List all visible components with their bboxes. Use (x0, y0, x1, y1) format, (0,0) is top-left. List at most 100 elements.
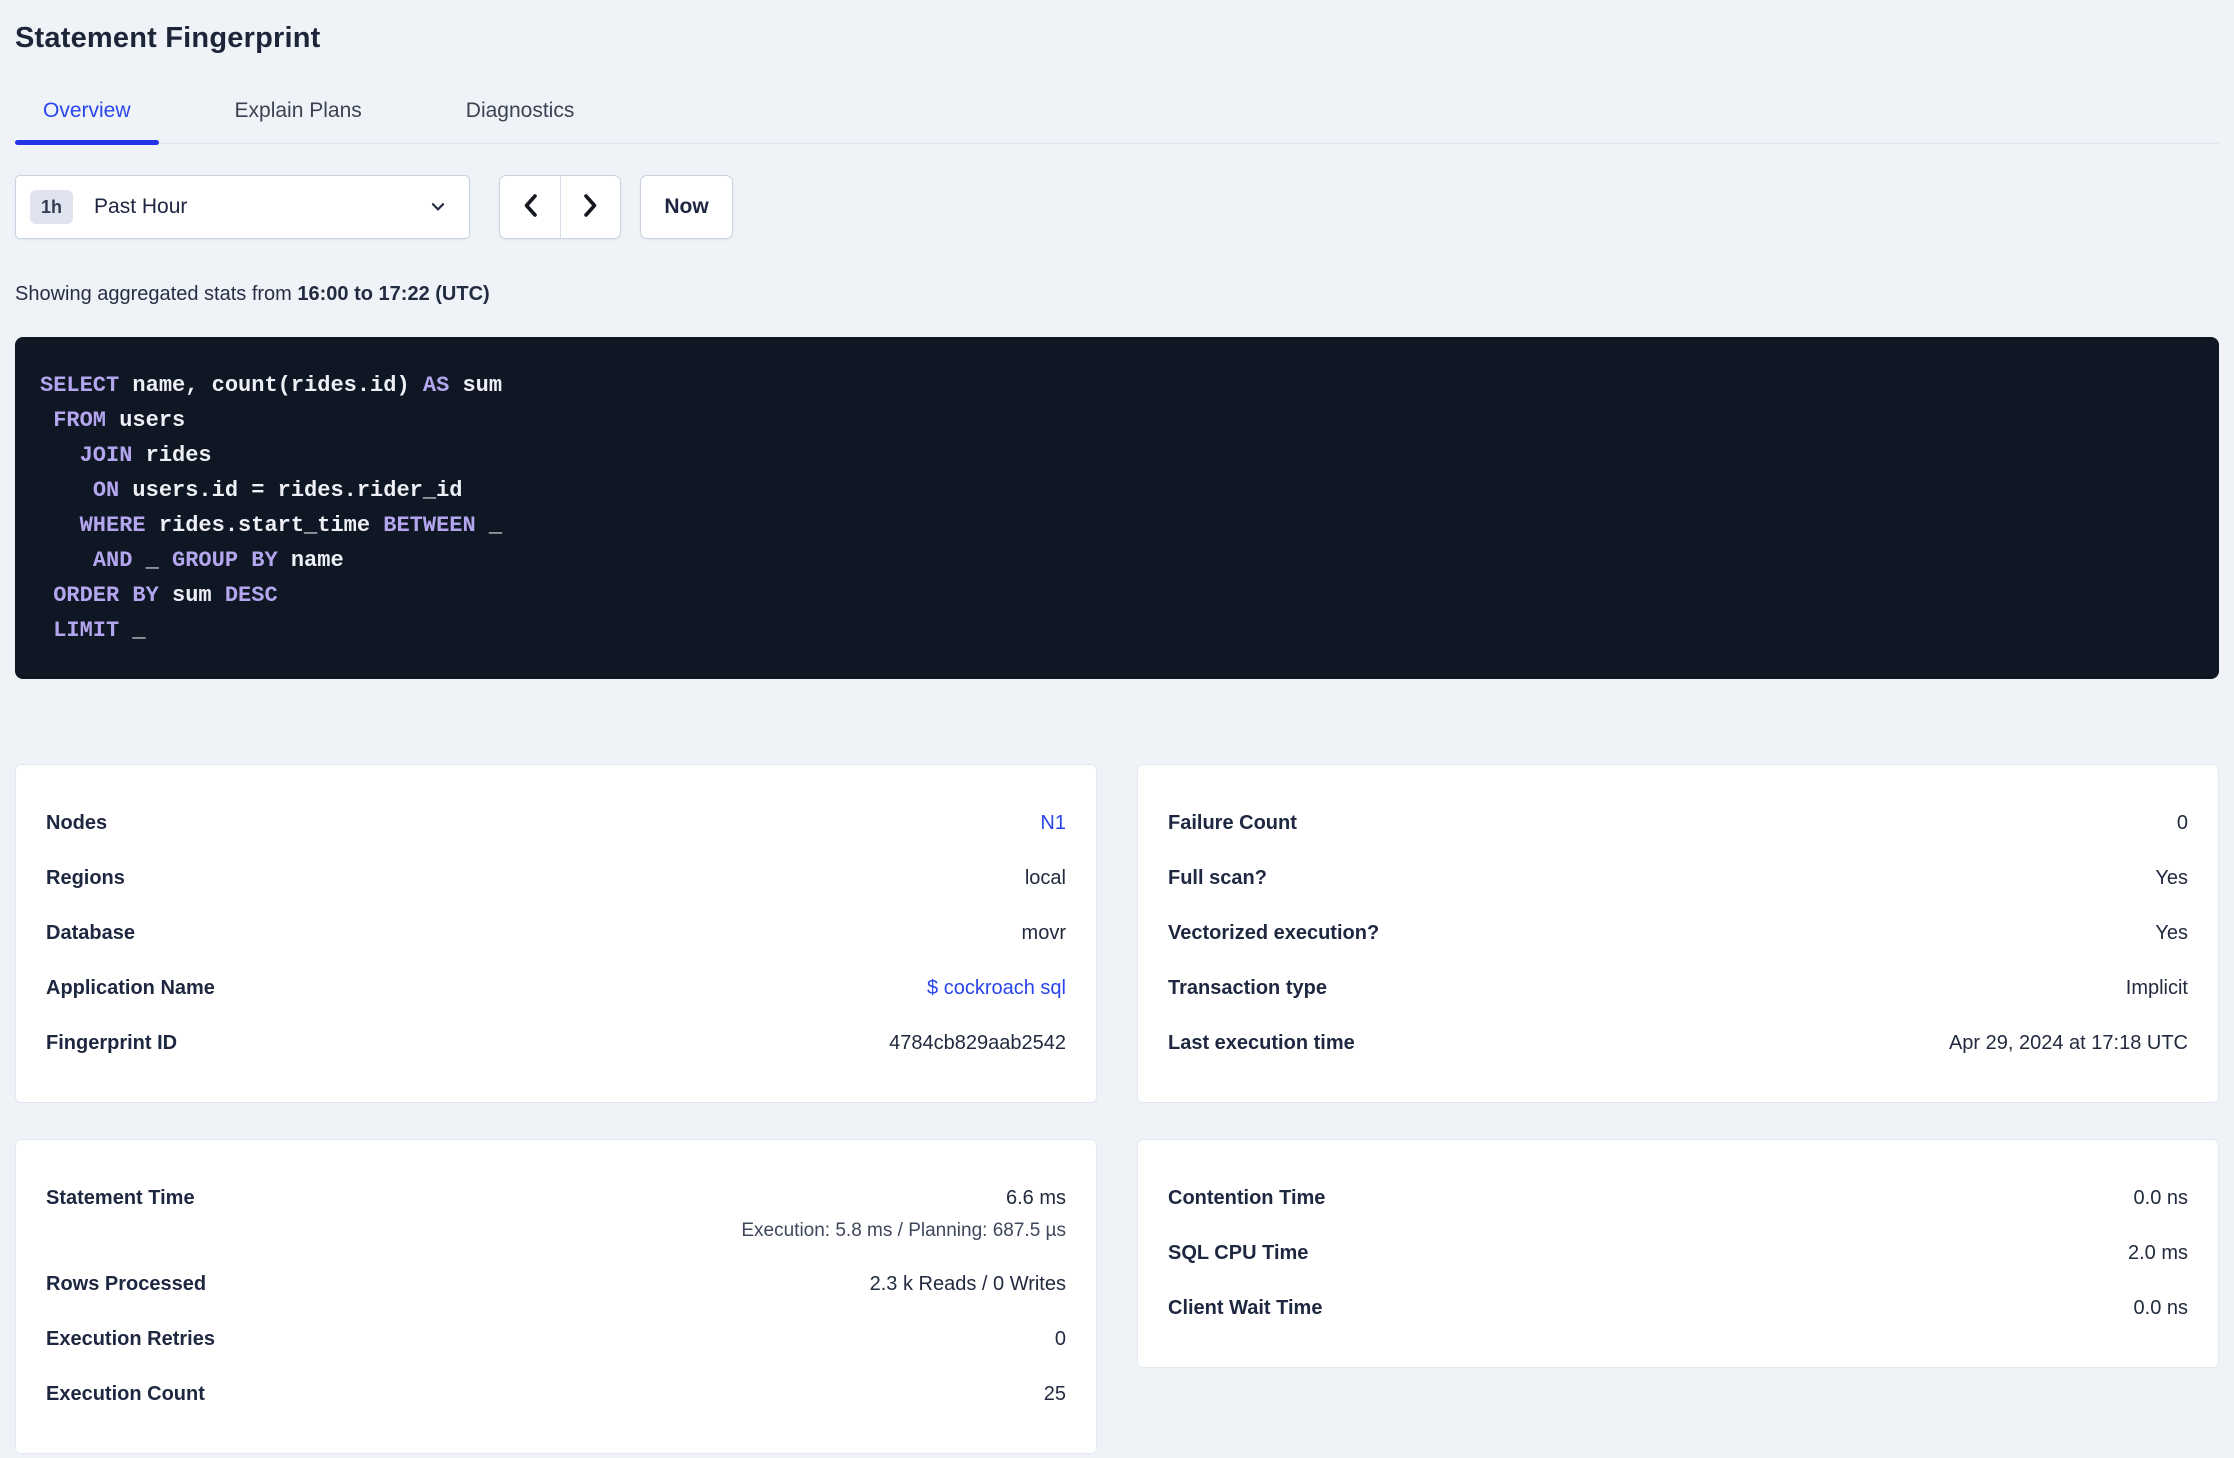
stat-label: Statement Time (46, 1187, 195, 1209)
sql-text: sum (449, 373, 503, 398)
stat-row: Transaction type Implicit (1168, 961, 2188, 1016)
cards-container: Nodes N1 Regions local Database movr Applicati… (15, 764, 2219, 1454)
stat-row: Client Wait Time 0.0 ns (1168, 1281, 2188, 1336)
sql-text: sum (158, 583, 225, 608)
stat-row: Last execution time Apr 29, 2024 at 17:18… (1168, 1016, 2188, 1071)
stat-value-stack: movr (1022, 917, 1066, 950)
stat-label: Transaction type (1168, 977, 1327, 999)
stat-label: Application Name (46, 977, 215, 999)
sql-text: _ (119, 618, 146, 643)
wait-times-card: Contention Time 0.0 ns SQL CPU Time 2.0 ms C… (1137, 1139, 2219, 1368)
stat-row: SQL CPU Time 2.0 ms (1168, 1226, 2188, 1281)
stat-value-stack: 2.3 k Reads / 0 Writes (870, 1268, 1066, 1301)
stat-label: Contention Time (1168, 1187, 1326, 1209)
stat-value: 25 (1043, 1383, 1066, 1405)
chevron-right-icon (579, 191, 602, 223)
stat-row: Nodes N1 (46, 796, 1066, 851)
stat-value-stack: $ cockroach sql (927, 972, 1066, 1005)
time-nav-group (499, 175, 621, 239)
stat-value: 4784cb829aab2542 (889, 1032, 1066, 1054)
stat-value-stack: 0 (1055, 1323, 1066, 1356)
time-prev-button[interactable] (500, 176, 560, 238)
stat-value-stack: Yes (2155, 917, 2188, 950)
stat-link[interactable]: N1 (1040, 807, 1066, 840)
stat-label: Fingerprint ID (46, 1032, 178, 1054)
statement-fingerprint-page: Statement Fingerprint Overview Explain Pl… (0, 0, 2234, 1454)
sql-text: rides.start_time (145, 513, 384, 538)
cards-row: Statement Time 6.6 ms Execution: 5.8 ms / … (15, 1139, 2219, 1454)
statement-times-card: Statement Time 6.6 ms Execution: 5.8 ms / … (15, 1139, 1097, 1454)
sql-keyword: ORDER BY (53, 583, 159, 608)
cards-row: Nodes N1 Regions local Database movr Applicati… (15, 764, 2219, 1103)
stat-value-stack: Implicit (2126, 972, 2188, 1005)
stat-value: 0.0 ns (2133, 1297, 2188, 1319)
sql-line: FROM users (40, 403, 2194, 438)
stat-row: Execution Count 25 (46, 1367, 1066, 1422)
stat-row: Rows Processed 2.3 k Reads / 0 Writes (46, 1257, 1066, 1312)
time-range-label: Past Hour (94, 195, 188, 218)
stat-label: Nodes (46, 812, 108, 834)
sql-keyword: BETWEEN (383, 513, 476, 538)
time-next-button[interactable] (560, 176, 620, 238)
sql-line: ORDER BY sum DESC (40, 578, 2194, 613)
sql-line: ON users.id = rides.rider_id (40, 473, 2194, 508)
sql-line: WHERE rides.start_time BETWEEN _ (40, 508, 2194, 543)
sql-line: JOIN rides (40, 438, 2194, 473)
stat-label: Regions (46, 867, 125, 889)
stat-value: 2.3 k Reads / 0 Writes (869, 1273, 1066, 1295)
stat-label: Failure Count (1168, 812, 1297, 834)
now-button[interactable]: Now (640, 175, 733, 239)
time-range-badge: 1h (30, 190, 74, 224)
sql-keyword: WHERE (79, 513, 146, 538)
tab-bar: Overview Explain Plans Diagnostics (15, 99, 2219, 145)
stat-row: Regions local (46, 851, 1066, 906)
stat-value-stack: Yes (2155, 862, 2188, 895)
statement-details-card: Nodes N1 Regions local Database movr Applicati… (15, 764, 1097, 1103)
sql-keyword: AND (92, 548, 133, 573)
tab-explain-plans[interactable]: Explain Plans (207, 99, 390, 143)
stat-value: Yes (2155, 867, 2188, 889)
stat-value-stack: 6.6 ms Execution: 5.8 ms / Planning: 687.… (741, 1182, 1066, 1246)
tab-label: Overview (43, 99, 131, 122)
aggregation-note-prefix: Showing aggregated stats from (15, 283, 298, 305)
sql-keyword: SELECT (40, 373, 120, 398)
sql-text: _ (475, 513, 503, 538)
stat-value: 0.0 ns (2133, 1187, 2188, 1209)
stat-value-stack: 2.0 ms (2128, 1237, 2188, 1270)
sql-statement-block: SELECT name, count(rides.id) AS sum FROM… (15, 337, 2219, 679)
sql-line: SELECT name, count(rides.id) AS sum (40, 368, 2194, 403)
sql-text: _ (132, 548, 173, 573)
stat-label: Client Wait Time (1168, 1297, 1323, 1319)
time-range-select[interactable]: 1h Past Hour (15, 175, 470, 239)
stat-label: Vectorized execution? (1168, 922, 1380, 944)
sql-line: LIMIT _ (40, 613, 2194, 648)
stat-subvalue: Execution: 5.8 ms / Planning: 687.5 µs (741, 1220, 1066, 1241)
stat-value: Apr 29, 2024 at 17:18 UTC (1948, 1032, 2188, 1054)
stat-link[interactable]: $ cockroach sql (927, 972, 1066, 1005)
stat-row: Statement Time 6.6 ms Execution: 5.8 ms / … (46, 1171, 1066, 1257)
stat-value: local (1024, 867, 1066, 889)
sql-text: users.id = rides.rider_id (119, 478, 463, 503)
chevron-left-icon (519, 191, 542, 223)
tab-diagnostics[interactable]: Diagnostics (438, 99, 603, 143)
page-title: Statement Fingerprint (15, 22, 321, 54)
sql-keyword: AS (422, 373, 450, 398)
tab-overview[interactable]: Overview (15, 99, 159, 145)
stat-value: 2.0 ms (2127, 1242, 2188, 1264)
aggregation-note: Showing aggregated stats from 16:00 to 1… (15, 283, 2219, 306)
tab-label: Explain Plans (234, 99, 362, 122)
sql-text: name (277, 548, 344, 573)
stat-value-stack: local (1025, 862, 1066, 895)
stat-label: Execution Count (46, 1383, 205, 1405)
sql-keyword: ON (92, 478, 120, 503)
stat-label: SQL CPU Time (1168, 1242, 1309, 1264)
stat-value-stack: N1 (1040, 807, 1066, 840)
stat-value-stack: 0.0 ns (2134, 1182, 2188, 1215)
stat-row: Full scan? Yes (1168, 851, 2188, 906)
stat-row: Fingerprint ID 4784cb829aab2542 (46, 1016, 1066, 1071)
